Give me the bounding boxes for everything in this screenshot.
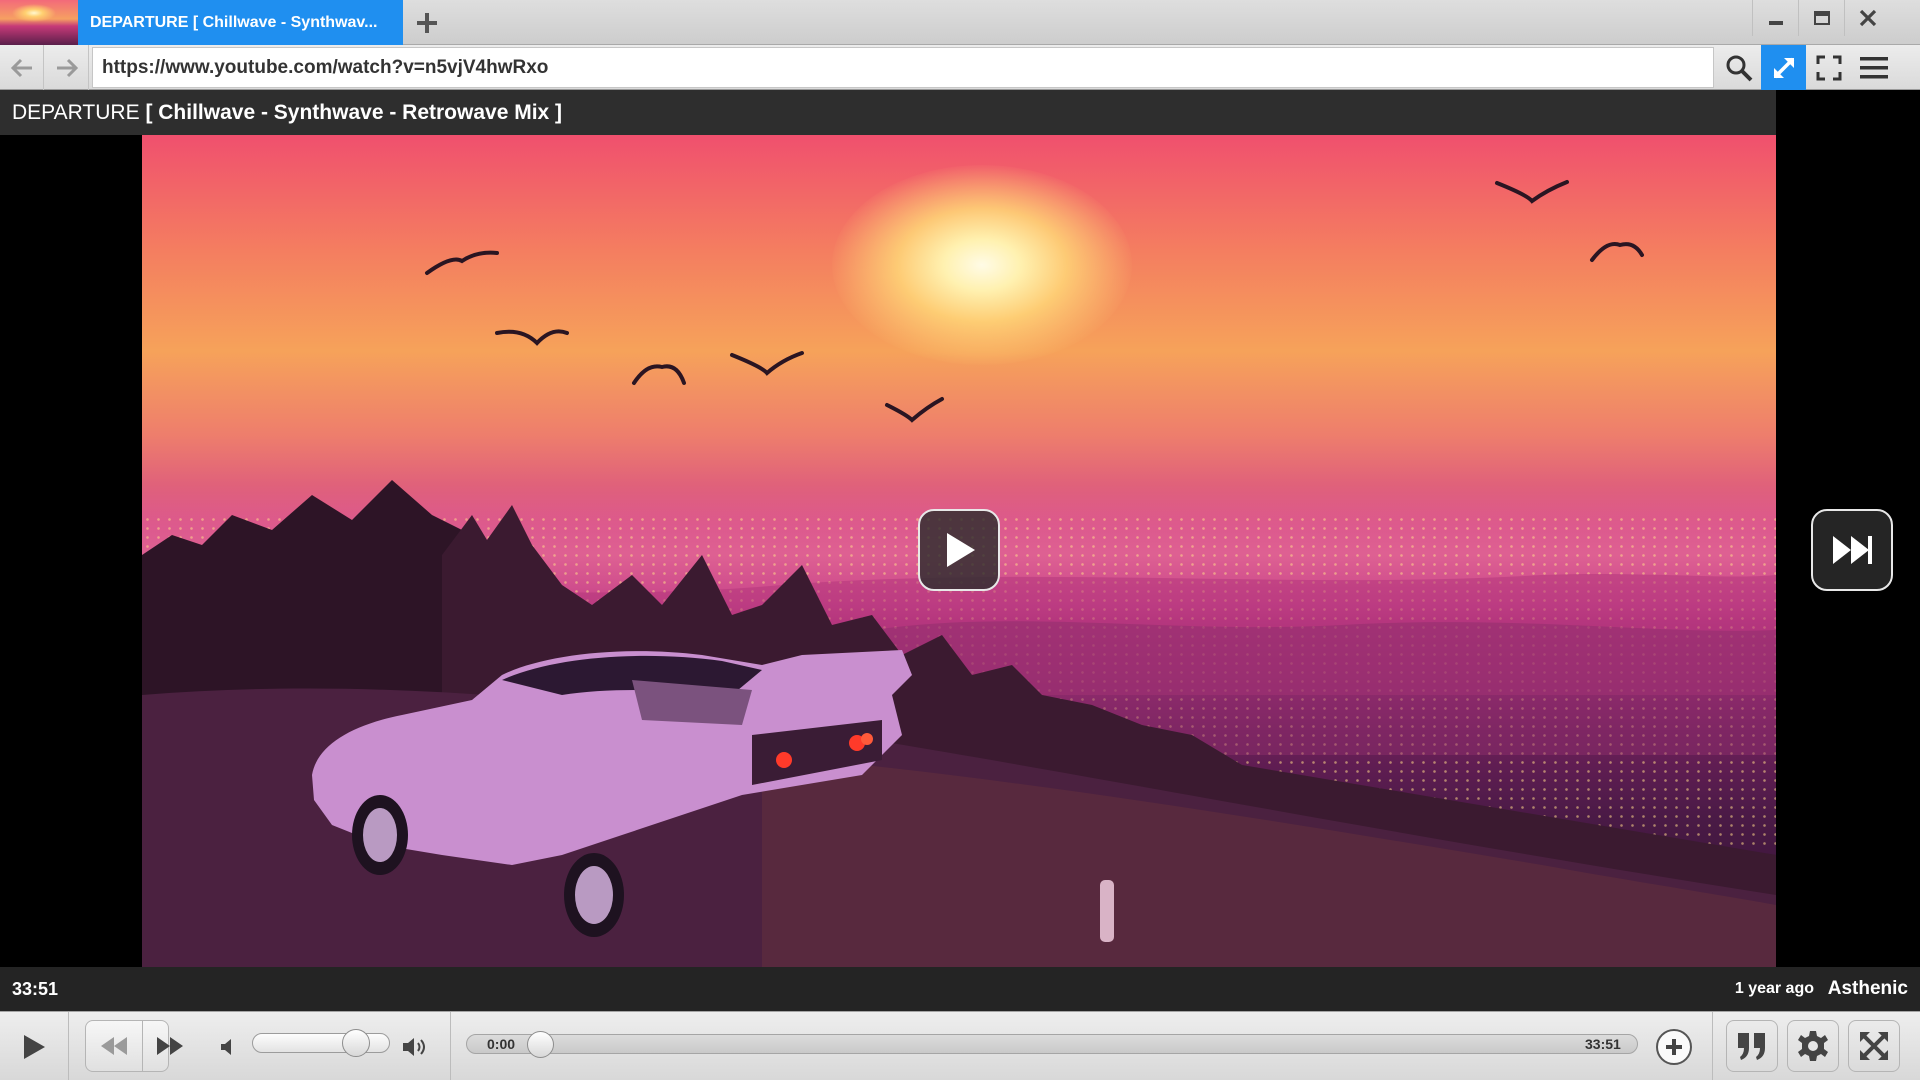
mute-icon — [221, 1038, 231, 1055]
close-icon — [1859, 9, 1876, 27]
video-title-bar: DEPARTURE [ Chillwave - Synthwave - Retr… — [0, 90, 1776, 135]
play-icon — [24, 1034, 45, 1059]
next-video-button[interactable] — [1811, 509, 1893, 591]
divider — [450, 1012, 451, 1080]
volume-icon — [403, 1037, 425, 1056]
video-info-bar: 33:51 1 year ago Asthenic — [0, 967, 1920, 1011]
rewind-button[interactable] — [86, 1021, 141, 1071]
maximize-icon — [1813, 11, 1830, 25]
minimize-icon — [1768, 21, 1783, 25]
volume-max-button[interactable] — [398, 1012, 432, 1080]
video-title-plain: DEPARTURE — [12, 101, 140, 124]
fullscreen-player-button[interactable] — [1848, 1020, 1900, 1072]
upload-age: 1 year ago — [1734, 980, 1814, 997]
browser-tab[interactable]: DEPARTURE [ Chillwave - Synthwav... — [0, 0, 403, 45]
fullscreen-icon — [1816, 55, 1841, 80]
divider — [1712, 1012, 1713, 1080]
channel-name[interactable]: Asthenic — [1828, 967, 1908, 1011]
seek-bar[interactable] — [466, 1034, 1638, 1054]
expand-icon — [1860, 1032, 1888, 1060]
search-icon — [1726, 55, 1752, 81]
quote-icon — [1738, 1033, 1765, 1060]
back-icon — [10, 58, 32, 77]
tab-thumbnail — [0, 0, 78, 45]
tab-title: DEPARTURE [ Chillwave - Synthwav... — [90, 13, 378, 31]
seek-knob[interactable] — [527, 1031, 554, 1058]
add-button[interactable] — [1656, 1029, 1692, 1065]
play-overlay-button[interactable] — [918, 509, 1000, 591]
play-button[interactable] — [0, 1012, 68, 1080]
menu-button[interactable] — [1851, 45, 1896, 90]
duration-label: 33:51 — [12, 979, 59, 999]
forward-button[interactable] — [45, 45, 89, 90]
total-time: 33:51 — [1585, 1036, 1621, 1052]
video-title-bold: [ Chillwave - Synthwave - Retrowave Mix … — [145, 101, 563, 124]
tab-bar: DEPARTURE [ Chillwave - Synthwav... — [0, 0, 1920, 45]
captions-button[interactable] — [1726, 1020, 1778, 1072]
back-button[interactable] — [0, 45, 44, 90]
fast-forward-button[interactable] — [142, 1021, 197, 1071]
maximize-button[interactable] — [1798, 0, 1844, 36]
plus-icon — [417, 12, 437, 33]
settings-button[interactable] — [1787, 1020, 1839, 1072]
url-field[interactable]: https://www.youtube.com/watch?v=n5vjV4hw… — [92, 47, 1714, 88]
forward-icon — [56, 58, 78, 77]
search-button[interactable] — [1716, 45, 1761, 90]
gear-icon — [1798, 1031, 1828, 1061]
minimize-button[interactable] — [1752, 0, 1798, 36]
birds — [425, 180, 1644, 423]
close-button[interactable] — [1844, 0, 1890, 36]
address-bar: https://www.youtube.com/watch?v=n5vjV4hw… — [0, 45, 1920, 90]
play-icon — [947, 533, 975, 567]
divider — [68, 1012, 69, 1080]
add-icon — [1666, 1039, 1682, 1055]
fast-forward-icon — [157, 1037, 183, 1055]
next-icon — [1833, 536, 1872, 564]
rewind-icon — [100, 1037, 127, 1055]
fullscreen-button[interactable] — [1806, 45, 1851, 90]
current-time: 0:00 — [487, 1036, 516, 1052]
menu-icon — [1859, 56, 1888, 78]
volume-knob[interactable] — [342, 1029, 370, 1057]
resize-icon — [1773, 57, 1794, 78]
new-tab-button[interactable] — [405, 0, 449, 45]
video-area[interactable]: DEPARTURE [ Chillwave - Synthwave - Retr… — [0, 90, 1920, 1011]
resize-button[interactable] — [1761, 45, 1806, 90]
mute-button[interactable] — [212, 1012, 242, 1080]
